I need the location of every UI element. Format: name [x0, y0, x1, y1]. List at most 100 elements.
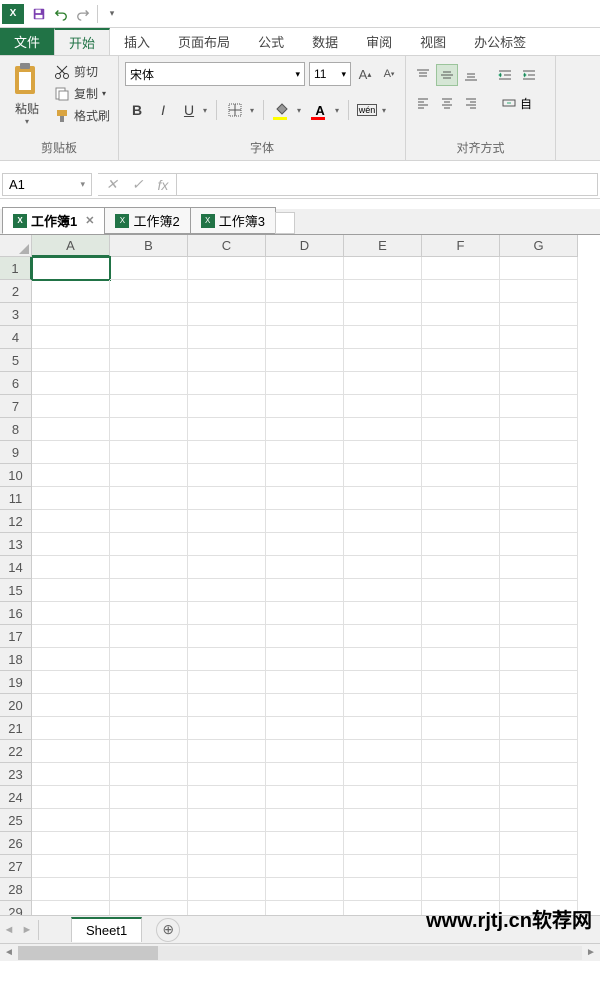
cell[interactable]	[110, 809, 188, 832]
cell[interactable]	[266, 740, 344, 763]
scroll-left-button[interactable]: ◄	[0, 945, 18, 961]
cell[interactable]	[32, 694, 110, 717]
formula-input[interactable]	[176, 173, 598, 196]
tab-formulas[interactable]: 公式	[244, 28, 298, 55]
phonetic-dropdown[interactable]: ▾	[382, 106, 390, 115]
cell[interactable]	[500, 602, 578, 625]
cell[interactable]	[188, 303, 266, 326]
cell[interactable]	[188, 372, 266, 395]
cell[interactable]	[344, 832, 422, 855]
row-header-6[interactable]: 6	[0, 372, 32, 395]
col-header-f[interactable]: F	[422, 235, 500, 257]
cell[interactable]	[500, 303, 578, 326]
cell[interactable]	[266, 418, 344, 441]
cell[interactable]	[422, 326, 500, 349]
cell[interactable]	[344, 556, 422, 579]
row-header-21[interactable]: 21	[0, 717, 32, 740]
cell[interactable]	[188, 694, 266, 717]
cell[interactable]	[266, 326, 344, 349]
cell[interactable]	[344, 671, 422, 694]
row-header-19[interactable]: 19	[0, 671, 32, 694]
cell[interactable]	[32, 648, 110, 671]
cell[interactable]	[188, 556, 266, 579]
cell[interactable]	[32, 579, 110, 602]
cell[interactable]	[500, 257, 578, 280]
cell[interactable]	[266, 487, 344, 510]
cell[interactable]	[266, 372, 344, 395]
cell[interactable]	[500, 326, 578, 349]
font-color-button[interactable]: A	[307, 98, 333, 122]
col-header-b[interactable]: B	[110, 235, 188, 257]
cell[interactable]	[500, 809, 578, 832]
row-header-24[interactable]: 24	[0, 786, 32, 809]
cell[interactable]	[500, 372, 578, 395]
row-header-13[interactable]: 13	[0, 533, 32, 556]
row-header-28[interactable]: 28	[0, 878, 32, 901]
cell[interactable]	[32, 487, 110, 510]
cell[interactable]	[188, 602, 266, 625]
cell[interactable]	[344, 464, 422, 487]
cell[interactable]	[344, 625, 422, 648]
cell[interactable]	[422, 372, 500, 395]
cell[interactable]	[32, 832, 110, 855]
cell[interactable]	[422, 763, 500, 786]
italic-button[interactable]: I	[151, 98, 175, 122]
cell[interactable]	[500, 487, 578, 510]
sheet-tab-1[interactable]: Sheet1	[71, 917, 142, 942]
cell[interactable]	[32, 441, 110, 464]
cell[interactable]	[344, 602, 422, 625]
cell[interactable]	[110, 372, 188, 395]
row-header-10[interactable]: 10	[0, 464, 32, 487]
cell[interactable]	[500, 763, 578, 786]
cell[interactable]	[32, 602, 110, 625]
cell[interactable]	[422, 809, 500, 832]
col-header-a[interactable]: A	[32, 235, 110, 257]
cell[interactable]	[188, 349, 266, 372]
cell[interactable]	[110, 878, 188, 901]
cell[interactable]	[188, 257, 266, 280]
cell[interactable]	[500, 878, 578, 901]
cell[interactable]	[500, 464, 578, 487]
cell[interactable]	[344, 579, 422, 602]
cell[interactable]	[32, 671, 110, 694]
col-header-e[interactable]: E	[344, 235, 422, 257]
cell[interactable]	[500, 418, 578, 441]
add-sheet-button[interactable]: ⊕	[156, 918, 180, 942]
cell[interactable]	[422, 855, 500, 878]
row-header-11[interactable]: 11	[0, 487, 32, 510]
cell[interactable]	[32, 533, 110, 556]
cell[interactable]	[422, 556, 500, 579]
cell[interactable]	[110, 625, 188, 648]
cell[interactable]	[32, 717, 110, 740]
undo-button[interactable]	[50, 3, 72, 25]
row-header-9[interactable]: 9	[0, 441, 32, 464]
cell[interactable]	[422, 878, 500, 901]
bold-button[interactable]: B	[125, 98, 149, 122]
cell[interactable]	[500, 648, 578, 671]
cell[interactable]	[188, 280, 266, 303]
horizontal-scrollbar[interactable]: ◄ ►	[0, 943, 600, 961]
cell[interactable]	[110, 349, 188, 372]
cell[interactable]	[188, 510, 266, 533]
cell[interactable]	[266, 809, 344, 832]
cell[interactable]	[344, 855, 422, 878]
cell[interactable]	[110, 280, 188, 303]
cell[interactable]	[422, 441, 500, 464]
cell[interactable]	[344, 717, 422, 740]
scroll-thumb[interactable]	[18, 946, 158, 960]
row-header-26[interactable]: 26	[0, 832, 32, 855]
cell[interactable]	[32, 326, 110, 349]
redo-button[interactable]	[72, 3, 94, 25]
cell[interactable]	[422, 464, 500, 487]
row-header-18[interactable]: 18	[0, 648, 32, 671]
cell[interactable]	[188, 717, 266, 740]
cell[interactable]	[110, 533, 188, 556]
cell[interactable]	[188, 832, 266, 855]
cell[interactable]	[266, 901, 344, 915]
font-size-select[interactable]: 11 ▾	[309, 62, 351, 86]
cell[interactable]	[422, 349, 500, 372]
row-header-15[interactable]: 15	[0, 579, 32, 602]
phonetic-button[interactable]: wén	[354, 98, 380, 122]
cell[interactable]	[32, 349, 110, 372]
cell[interactable]	[344, 740, 422, 763]
